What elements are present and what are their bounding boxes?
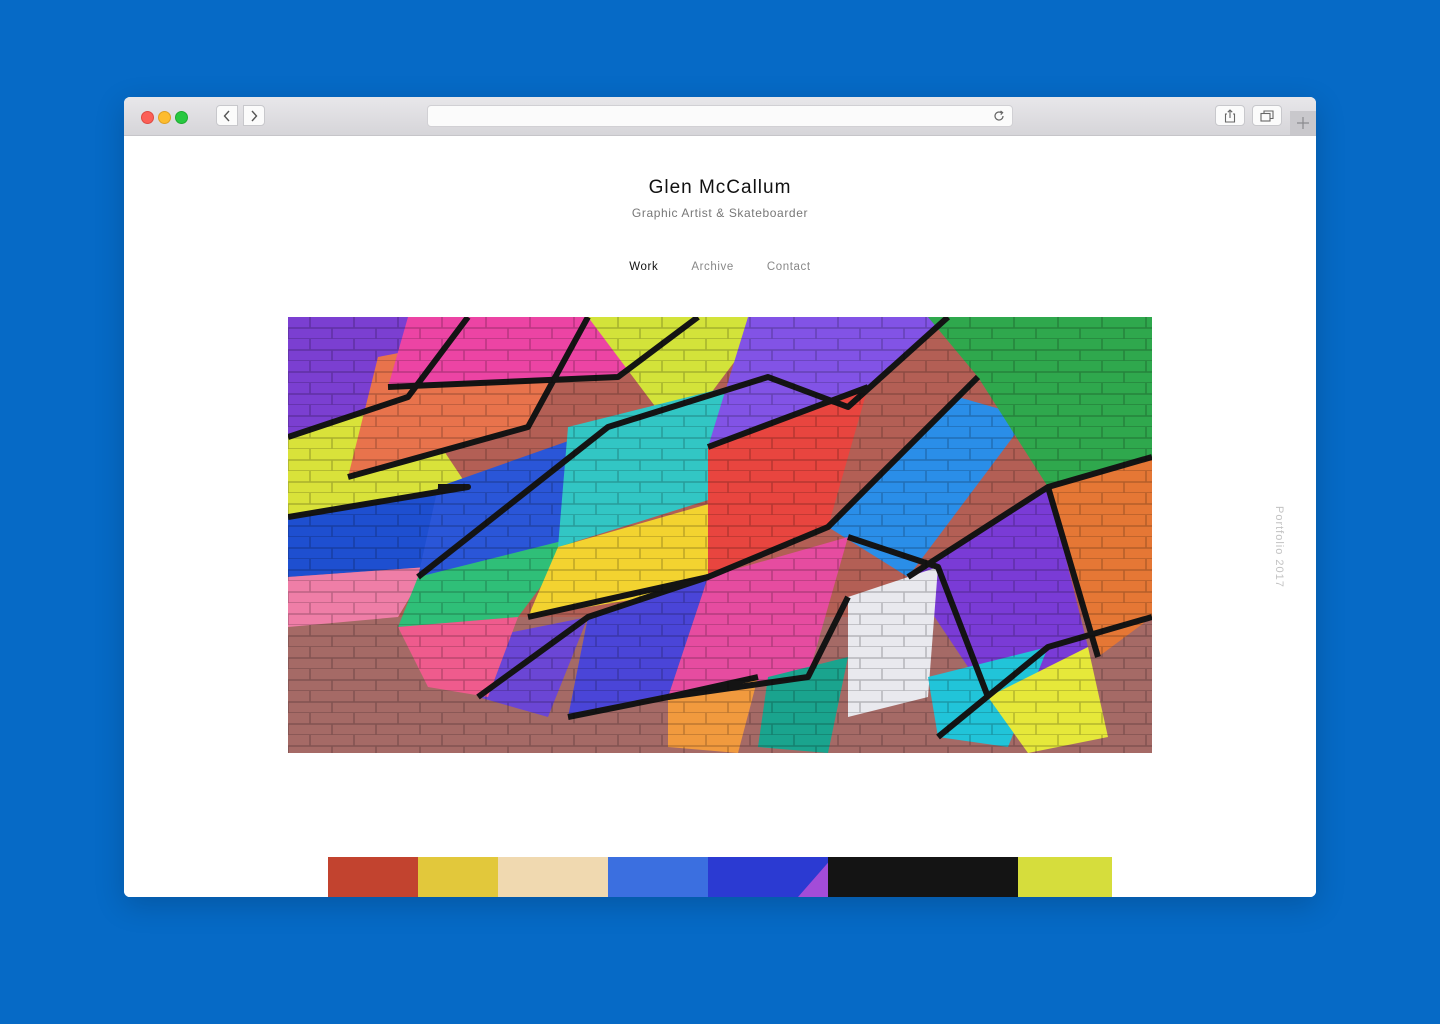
forward-arrow-icon [251, 110, 258, 121]
page-content: Glen McCallum Graphic Artist & Skateboar… [124, 136, 1316, 897]
minimize-window-button[interactable] [158, 111, 171, 124]
close-window-button[interactable] [141, 111, 154, 124]
new-tab-button[interactable] [1290, 111, 1316, 135]
back-button[interactable] [216, 105, 238, 126]
browser-toolbar [124, 97, 1316, 136]
forward-button[interactable] [243, 105, 265, 126]
nav-item-work[interactable]: Work [629, 261, 658, 273]
graffiti-mural-illustration [288, 317, 1152, 753]
browser-window: Glen McCallum Graphic Artist & Skateboar… [124, 97, 1316, 897]
site-title: Glen McCallum [648, 177, 792, 198]
portfolio-year-label: Portfolio 2017 [1273, 506, 1285, 588]
nav-item-contact[interactable]: Contact [767, 261, 811, 273]
plus-icon [1297, 117, 1309, 129]
nav-item-archive[interactable]: Archive [691, 261, 734, 273]
share-icon [1224, 108, 1236, 123]
tabs-icon [1260, 109, 1274, 122]
address-bar[interactable] [427, 105, 1013, 127]
reload-icon[interactable] [992, 109, 1006, 123]
featured-artwork-image[interactable] [288, 317, 1152, 753]
zoom-window-button[interactable] [175, 111, 188, 124]
graffiti-mural-illustration-2 [328, 857, 1112, 897]
share-button[interactable] [1215, 105, 1245, 126]
site-subtitle: Graphic Artist & Skateboarder [631, 206, 809, 220]
main-nav: Work Archive Contact [124, 261, 1316, 273]
show-tabs-button[interactable] [1252, 105, 1282, 126]
second-artwork-image[interactable] [328, 857, 1112, 897]
back-arrow-icon [223, 110, 230, 121]
